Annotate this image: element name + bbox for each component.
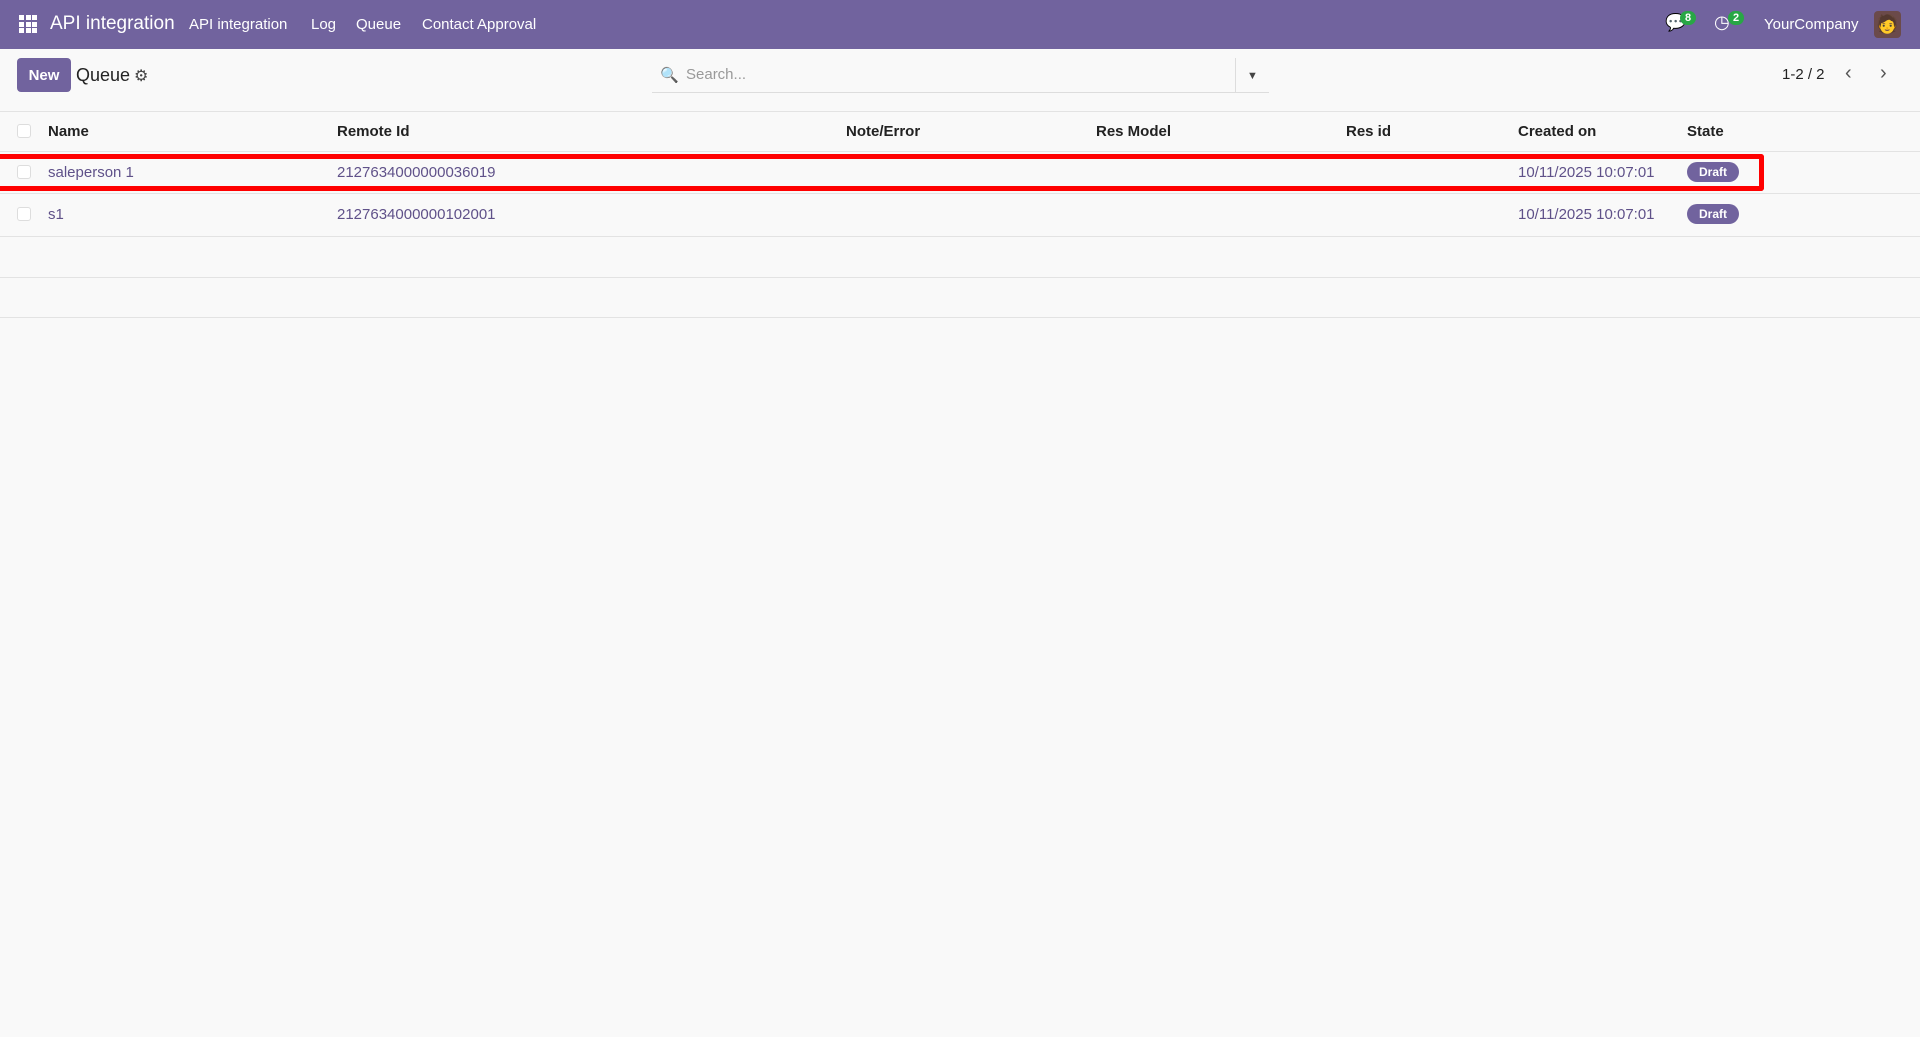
status-badge: Draft <box>1687 204 1740 224</box>
column-res-model[interactable]: Res Model <box>1096 123 1171 140</box>
company-switcher[interactable]: YourCompany <box>1764 16 1859 33</box>
column-name[interactable]: Name <box>48 123 89 140</box>
pager-next-icon[interactable]: › <box>1880 62 1887 85</box>
user-avatar[interactable]: 🧑 <box>1874 11 1901 38</box>
column-created-on[interactable]: Created on <box>1518 123 1596 140</box>
pager-value[interactable]: 1-2 / 2 <box>1782 66 1825 83</box>
column-note-error[interactable]: Note/Error <box>846 123 920 140</box>
new-button[interactable]: New <box>17 58 71 92</box>
divider <box>0 317 1920 318</box>
row-checkbox[interactable] <box>17 207 31 221</box>
search-icon: 🔍 <box>660 67 679 84</box>
divider <box>0 193 1920 194</box>
menu-api-integration[interactable]: API integration <box>189 16 287 33</box>
menu-log[interactable]: Log <box>311 16 336 33</box>
divider <box>0 277 1920 278</box>
pager-previous-icon[interactable]: ‹ <box>1845 62 1852 85</box>
menu-queue[interactable]: Queue <box>356 16 401 33</box>
gear-icon[interactable]: ⚙ <box>134 66 148 86</box>
app-title[interactable]: API integration <box>50 13 175 35</box>
column-remote-id[interactable]: Remote Id <box>337 123 410 140</box>
divider <box>0 111 1920 112</box>
search-input[interactable] <box>686 66 1206 83</box>
search-options-toggle[interactable]: ▼ <box>1235 58 1269 93</box>
top-navbar: API integration API integration Log Queu… <box>0 0 1920 49</box>
apps-menu-icon[interactable] <box>19 15 37 33</box>
activities-badge: 2 <box>1728 11 1745 25</box>
row-remote-id[interactable]: 2127634000000102001 <box>337 206 496 223</box>
divider <box>0 151 1920 152</box>
menu-contact-approval[interactable]: Contact Approval <box>422 16 536 33</box>
page-title[interactable]: Queue <box>76 65 130 86</box>
messages-badge: 8 <box>1680 11 1697 25</box>
row-created-on[interactable]: 10/11/2025 10:07:01 <box>1518 206 1655 223</box>
row-name[interactable]: s1 <box>48 206 64 223</box>
divider <box>0 236 1920 237</box>
column-res-id[interactable]: Res id <box>1346 123 1391 140</box>
highlight-box <box>0 154 1764 191</box>
column-state[interactable]: State <box>1687 123 1724 140</box>
search-bar: 🔍 ▼ <box>652 58 1269 93</box>
select-all-checkbox[interactable] <box>17 124 31 138</box>
